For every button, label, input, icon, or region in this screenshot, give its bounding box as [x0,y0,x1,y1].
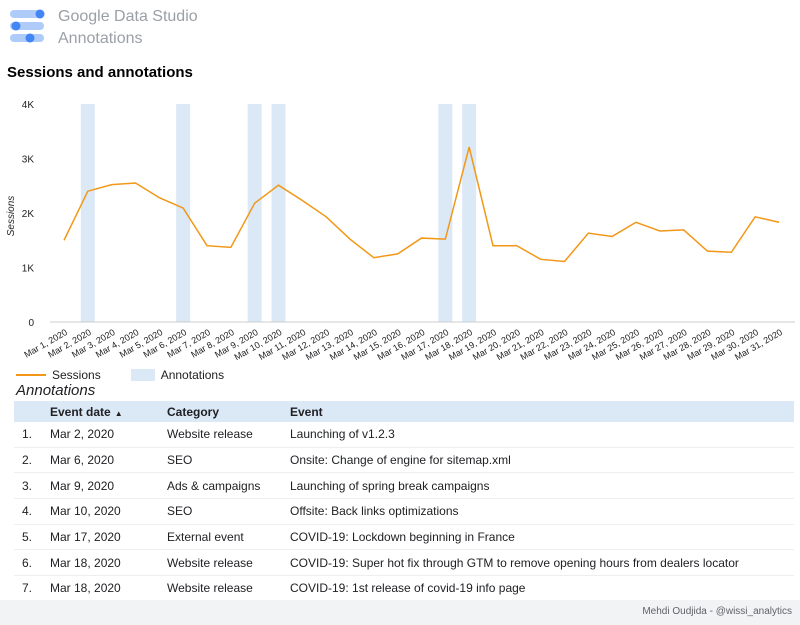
sessions-series-line [63,146,780,263]
annotation-band[interactable] [80,104,95,322]
data-studio-logo-icon [10,9,45,43]
column-header-event-date[interactable]: Event date ▲ [50,405,167,419]
y-axis-label: Sessions [6,196,17,237]
row-index: 7. [22,581,33,596]
row-category: Website release [167,555,253,570]
table-body: 1. Mar 2, 2020 Website release Launching of… [14,422,794,602]
legend-sessions-label: Sessions [52,368,101,382]
y-tick-label: 2K [22,209,35,220]
row-index: 4. [22,504,33,519]
y-axis-ticks: 0 1K 2K 3K 4K [22,100,35,329]
report-header: Google Data Studio Annotations [0,0,800,60]
row-event: Onsite: Change of engine for sitemap.xml [290,453,511,468]
row-index: 6. [22,555,33,570]
sort-ascending-icon[interactable]: ▲ [115,409,123,418]
row-index: 3. [22,478,33,493]
table-row[interactable]: 6. Mar 18, 2020 Website release COVID-19: S… [14,550,794,577]
row-event-date: Mar 9, 2020 [50,478,115,493]
annotation-band[interactable] [438,104,453,322]
table-row[interactable]: 5. Mar 17, 2020 External event COVID-19: Lo… [14,525,794,551]
legend-sessions-swatch [16,374,46,376]
annotations-table: Event date ▲ Category Event 1. Mar 2, 2020… [14,401,794,602]
row-category: SEO [167,453,193,468]
footer-credit: Mehdi Oudjida - @wissi_analytics [642,606,792,617]
row-category: SEO [167,504,193,519]
legend-annotations-swatch [130,369,155,381]
row-index: 1. [22,427,33,442]
row-event: Launching of v1.2.3 [290,427,395,442]
y-tick-label: 4K [22,100,35,111]
row-index: 2. [22,453,33,468]
row-category: Ads & campaigns [167,478,261,493]
row-event-date: Mar 6, 2020 [50,453,115,468]
report-name: Annotations [58,30,143,47]
row-event: Launching of spring break campaigns [290,478,490,493]
report-footer: Mehdi Oudjida - @wissi_analytics [0,600,800,625]
row-event-date: Mar 17, 2020 [50,530,121,545]
row-event: COVID-19: Lockdown beginning in France [290,530,515,545]
column-header-event[interactable]: Event [290,405,794,419]
row-event: COVID-19: 1st release of covid-19 info p… [290,581,526,596]
table-row[interactable]: 1. Mar 2, 2020 Website release Launching of… [14,422,794,448]
table-row[interactable]: 2. Mar 6, 2020 SEO Onsite: Change of engine… [14,448,794,474]
y-tick-label: 3K [22,155,35,166]
table-row[interactable]: 3. Mar 9, 2020 Ads & campaigns Launching of… [14,473,794,500]
table-row[interactable]: 7. Mar 18, 2020 Website release COVID-19: 1… [14,576,794,602]
row-event-date: Mar 18, 2020 [50,555,121,570]
annotations-section-title: Annotations [16,382,96,399]
row-event: Offsite: Back links optimizations [290,504,459,519]
chart-legend: Sessions Annotations [16,368,224,382]
app-name: Google Data Studio [58,8,198,25]
row-category: Website release [167,427,253,442]
x-axis-ticks: Mar 1, 2020Mar 2, 2020Mar 3, 2020Mar 4, … [22,327,784,362]
annotation-bands [80,104,477,322]
sessions-line-chart[interactable]: 0 1K 2K 3K 4K Sessions Mar 1, 2020Mar 2, 202… [0,90,800,390]
row-category: Website release [167,581,253,596]
annotation-band[interactable] [462,104,477,322]
table-header-row: Event date ▲ Category Event [14,401,794,422]
row-category: External event [167,530,244,545]
row-event: COVID-19: Super hot fix through GTM to r… [290,555,739,570]
row-index: 5. [22,530,33,545]
y-tick-label: 0 [28,318,34,329]
column-header-category[interactable]: Category [167,405,290,419]
table-row[interactable]: 4. Mar 10, 2020 SEO Offsite: Back links opt… [14,499,794,525]
annotation-band[interactable] [271,104,286,322]
row-event-date: Mar 18, 2020 [50,581,121,596]
y-tick-label: 1K [22,264,35,275]
chart-title: Sessions and annotations [7,64,193,81]
row-event-date: Mar 2, 2020 [50,427,115,442]
row-event-date: Mar 10, 2020 [50,504,121,519]
legend-annotations-label: Annotations [160,368,225,382]
annotation-band[interactable] [176,104,191,322]
